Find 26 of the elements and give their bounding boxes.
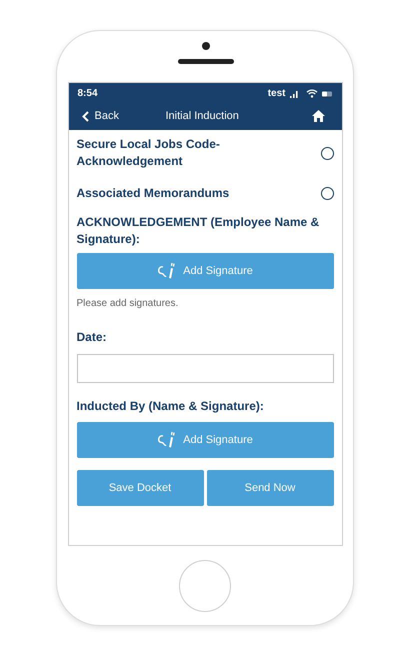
home-icon[interactable] bbox=[312, 110, 324, 122]
radio-button[interactable] bbox=[320, 146, 334, 160]
checklist-label: Associated Memorandums bbox=[76, 184, 230, 202]
field-label: Date: bbox=[76, 329, 108, 346]
speaker-slot bbox=[178, 59, 234, 64]
radio-button[interactable] bbox=[320, 186, 334, 200]
back-button[interactable]: Back bbox=[78, 110, 152, 122]
hint-text: Please add signatures. bbox=[76, 298, 180, 309]
screen-title: Initial Induction bbox=[164, 110, 240, 122]
action-button[interactable]: Save Docket bbox=[76, 470, 204, 506]
signal-icon bbox=[290, 90, 300, 98]
chevron-left-icon bbox=[82, 110, 88, 122]
pen-signature-icon bbox=[157, 262, 178, 280]
add-signature-button[interactable]: Add Signature bbox=[76, 253, 334, 289]
battery-icon bbox=[322, 90, 332, 96]
pen-signature-icon bbox=[157, 431, 178, 449]
carrier-name: test bbox=[268, 88, 286, 99]
field-label: ACKNOWLEDGEMENT (Employee Name & Signature): bbox=[76, 214, 320, 248]
status-time: 8:54 bbox=[78, 88, 99, 99]
field-label: Inducted By (Name & Signature): bbox=[76, 398, 265, 415]
action-button[interactable]: Send Now bbox=[206, 470, 334, 506]
camera-dot bbox=[202, 42, 210, 50]
wifi-icon bbox=[306, 89, 318, 98]
date-field[interactable] bbox=[76, 354, 334, 383]
add-signature-button[interactable]: Add Signature bbox=[76, 422, 334, 458]
checklist-label: Secure Local Jobs Code-Acknowledgement bbox=[76, 136, 221, 170]
